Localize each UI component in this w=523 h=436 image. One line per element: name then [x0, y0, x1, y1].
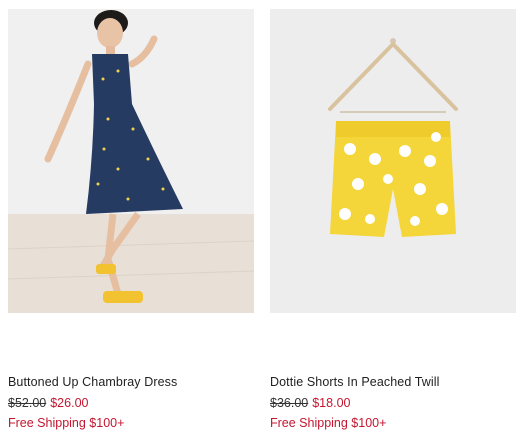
shipping-note: Free Shipping $100+	[8, 416, 125, 430]
shorts-on-hanger-photo	[270, 9, 516, 313]
product-name[interactable]: Dottie Shorts In Peached Twill	[270, 375, 440, 389]
sale-price: $26.00	[50, 396, 89, 410]
sale-price: $18.00	[312, 396, 351, 410]
original-price: $36.00	[270, 396, 309, 410]
product-card-dottie-shorts[interactable]: Dottie Shorts In Peached Twill $36.00 $18…	[270, 9, 516, 430]
product-image-chambray-dress[interactable]	[8, 9, 254, 313]
girl-in-dress-photo	[8, 9, 254, 313]
original-price: $52.00	[8, 396, 47, 410]
shipping-note: Free Shipping $100+	[270, 416, 387, 430]
product-card-chambray-dress[interactable]: Buttoned Up Chambray Dress $52.00 $26.00 …	[8, 9, 254, 430]
product-price: $52.00 $26.00	[8, 396, 88, 410]
product-image-dottie-shorts[interactable]	[270, 9, 516, 313]
product-price: $36.00 $18.00	[270, 396, 350, 410]
product-name[interactable]: Buttoned Up Chambray Dress	[8, 375, 177, 389]
